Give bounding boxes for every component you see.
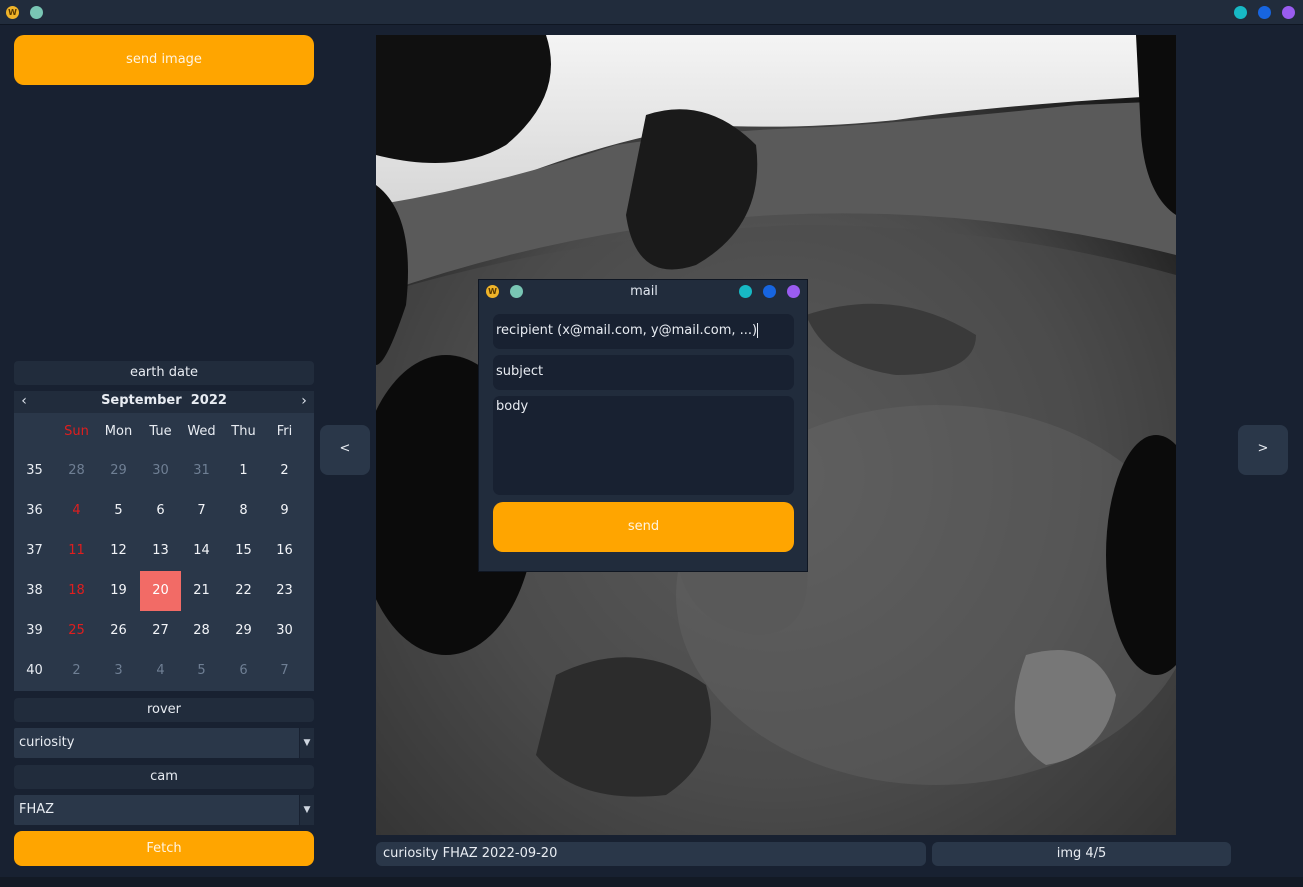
week-number: 39 <box>26 623 43 638</box>
mail-dialog-title: mail <box>630 284 658 299</box>
weekday-header: Wed <box>187 424 216 439</box>
calendar-day[interactable]: 2 <box>56 651 97 691</box>
calendar-day[interactable]: 29 <box>223 611 264 651</box>
week-number: 36 <box>26 503 43 518</box>
weekday-header: Thu <box>231 424 256 439</box>
app-logo-icon: W <box>6 6 19 19</box>
earth-date-label: earth date <box>14 361 314 385</box>
body-textarea-text: body <box>496 399 529 414</box>
calendar-day[interactable]: 6 <box>223 651 264 691</box>
calendar-day[interactable]: 11 <box>56 531 97 571</box>
text-cursor <box>757 323 759 338</box>
image-info-status: curiosity FHAZ 2022-09-20 <box>376 842 926 866</box>
mail-close-button[interactable] <box>787 285 800 298</box>
week-number: 35 <box>26 463 43 478</box>
week-number: 40 <box>26 663 43 678</box>
calendar-day[interactable]: 28 <box>56 451 97 491</box>
calendar-day[interactable]: 29 <box>98 451 139 491</box>
mail-dialog: W mail recipient (x@mail.com, y@mail.com… <box>478 279 808 572</box>
calendar-day[interactable]: 26 <box>98 611 139 651</box>
calendar-day[interactable]: 4 <box>140 651 181 691</box>
weekday-header: Sun <box>64 424 89 439</box>
maximize-button[interactable] <box>1258 6 1271 19</box>
send-image-button[interactable]: send image <box>14 35 314 85</box>
calendar-day[interactable]: 4 <box>56 491 97 531</box>
calendar-day[interactable]: 9 <box>264 491 305 531</box>
previous-image-button[interactable]: < <box>320 425 370 475</box>
calendar-day[interactable]: 19 <box>98 571 139 611</box>
calendar-day[interactable]: 15 <box>223 531 264 571</box>
minimize-button[interactable] <box>1234 6 1247 19</box>
image-counter-status: img 4/5 <box>932 842 1231 866</box>
calendar-day[interactable]: 28 <box>181 611 222 651</box>
calendar-month[interactable]: September <box>101 393 182 408</box>
calendar-day[interactable]: 31 <box>181 451 222 491</box>
cam-select-value: FHAZ <box>19 802 55 817</box>
calendar-grid: Sun Mon Tue Wed Thu Fri 35 28 29 30 31 1 2 36 4 5 6 7 8 9 37… <box>14 413 314 691</box>
window-dot-icon <box>30 6 43 19</box>
calendar-year[interactable]: 2022 <box>191 393 227 408</box>
week-number: 37 <box>26 543 43 558</box>
calendar-day[interactable]: 3 <box>98 651 139 691</box>
rover-select[interactable]: curiosity ▼ <box>14 728 314 758</box>
calendar-month-year: September 2022 <box>14 393 314 408</box>
calendar-day[interactable]: 7 <box>264 651 305 691</box>
calendar-day[interactable]: 5 <box>181 651 222 691</box>
mail-maximize-button[interactable] <box>763 285 776 298</box>
calendar-day[interactable]: 22 <box>223 571 264 611</box>
chevron-down-icon[interactable]: ▼ <box>299 795 314 825</box>
body-textarea[interactable]: body <box>493 396 794 495</box>
window-titlebar: W <box>0 0 1303 25</box>
subject-input-text: subject <box>496 364 544 379</box>
calendar-day[interactable]: 25 <box>56 611 97 651</box>
week-number: 38 <box>26 583 43 598</box>
calendar-day[interactable]: 16 <box>264 531 305 571</box>
calendar-day[interactable]: 8 <box>223 491 264 531</box>
calendar-day[interactable]: 1 <box>223 451 264 491</box>
next-image-button[interactable]: > <box>1238 425 1288 475</box>
calendar-day[interactable]: 30 <box>264 611 305 651</box>
calendar-day[interactable]: 7 <box>181 491 222 531</box>
fetch-button[interactable]: Fetch <box>14 831 314 866</box>
calendar-day[interactable]: 2 <box>264 451 305 491</box>
calendar-day-selected[interactable]: 20 <box>140 571 181 611</box>
weekday-header: Mon <box>104 424 133 439</box>
rover-label: rover <box>14 698 314 722</box>
chevron-down-icon[interactable]: ▼ <box>299 728 314 758</box>
window-bottom-edge <box>0 877 1303 887</box>
calendar-day[interactable]: 21 <box>181 571 222 611</box>
close-button[interactable] <box>1282 6 1295 19</box>
calendar-day[interactable]: 18 <box>56 571 97 611</box>
mail-minimize-button[interactable] <box>739 285 752 298</box>
weekday-header: Tue <box>149 424 172 439</box>
calendar-day[interactable]: 13 <box>140 531 181 571</box>
subject-input[interactable]: subject <box>493 355 794 390</box>
weekday-header: Fri <box>276 424 293 439</box>
cam-select[interactable]: FHAZ ▼ <box>14 795 314 825</box>
calendar-day[interactable]: 12 <box>98 531 139 571</box>
calendar-header: ‹ September 2022 › <box>14 391 314 413</box>
recipient-input-text: recipient (x@mail.com, y@mail.com, ...) <box>496 323 758 338</box>
calendar-day[interactable]: 14 <box>181 531 222 571</box>
calendar: ‹ September 2022 › Sun Mon Tue Wed Thu Fri 35 2… <box>14 391 314 691</box>
calendar-day[interactable]: 27 <box>140 611 181 651</box>
calendar-day[interactable]: 30 <box>140 451 181 491</box>
calendar-day[interactable]: 6 <box>140 491 181 531</box>
calendar-day[interactable]: 5 <box>98 491 139 531</box>
rover-select-value: curiosity <box>19 735 75 750</box>
cam-label: cam <box>14 765 314 789</box>
calendar-day[interactable]: 23 <box>264 571 305 611</box>
recipient-input[interactable]: recipient (x@mail.com, y@mail.com, ...) <box>493 314 794 349</box>
calendar-next-month-button[interactable]: › <box>295 392 313 412</box>
send-mail-button[interactable]: send <box>493 502 794 552</box>
